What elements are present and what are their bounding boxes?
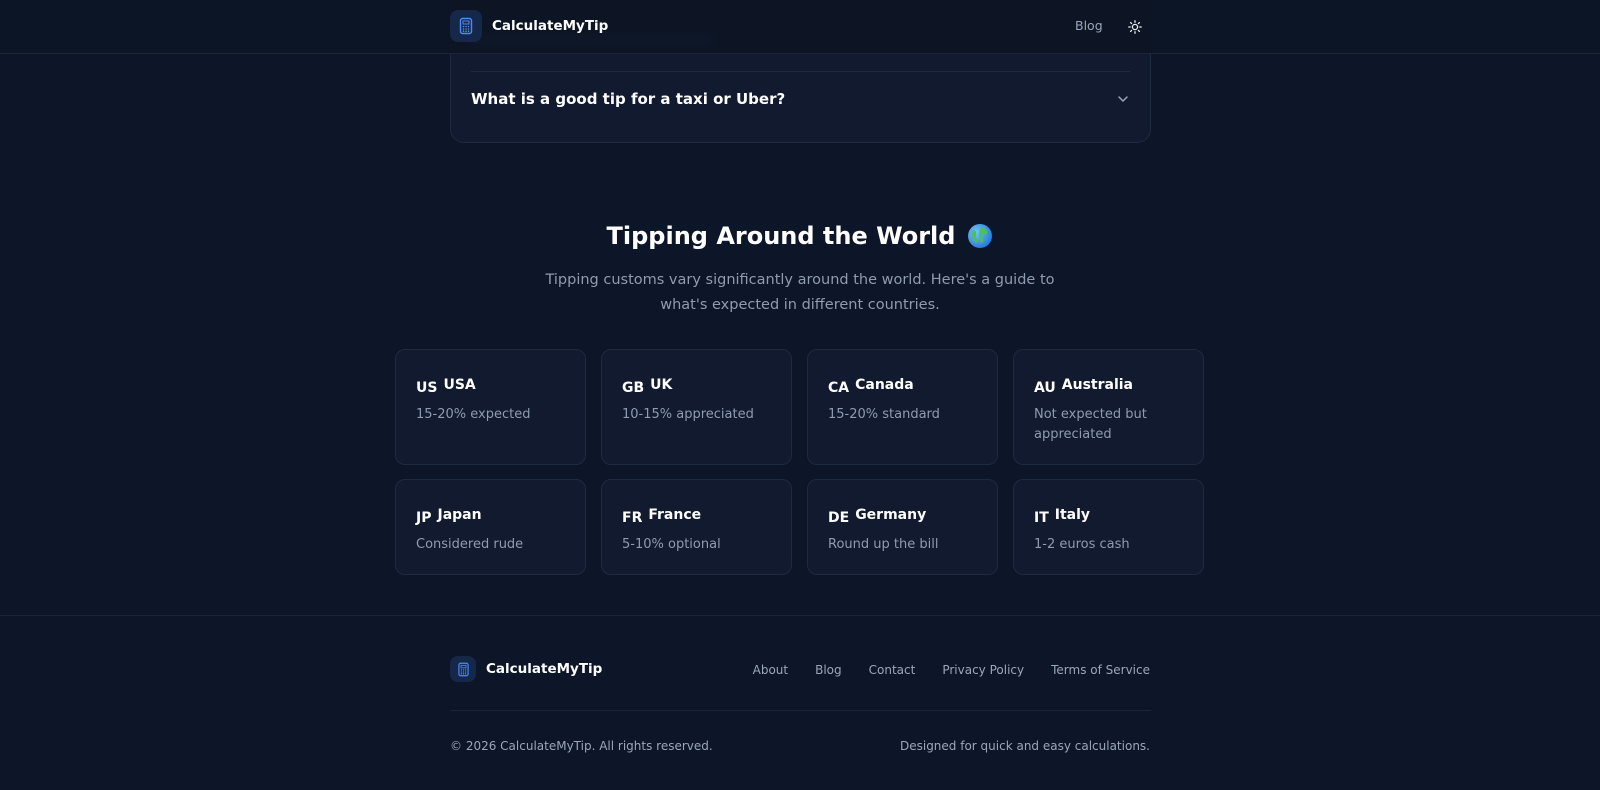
footer-top-border bbox=[0, 615, 1600, 616]
header-logo[interactable]: CalculateMyTip bbox=[450, 10, 608, 42]
country-name: UK bbox=[650, 377, 673, 393]
brand-name: CalculateMyTip bbox=[492, 18, 609, 34]
page: What is a good tip for a taxi or Uber? C… bbox=[0, 0, 1600, 790]
country-tip-note: 15-20% standard bbox=[828, 407, 940, 422]
flag-gb-icon: GB bbox=[622, 380, 645, 396]
country-card-uk[interactable]: GB UK 10-15% appreciated bbox=[601, 349, 792, 465]
flag-de-icon: DE bbox=[828, 510, 850, 526]
country-tip-note: 5-10% optional bbox=[622, 537, 721, 552]
country-grid: US USA 15-20% expected GB UK 10-15% apprec… bbox=[395, 349, 1206, 575]
footer-link-blog[interactable]: Blog bbox=[815, 663, 842, 677]
country-tip-note: Not expected but appreciated bbox=[1034, 407, 1147, 442]
calculator-icon bbox=[450, 656, 476, 682]
country-name: Canada bbox=[855, 377, 914, 393]
theme-toggle-button[interactable] bbox=[1124, 16, 1146, 38]
section-title-text: Tipping Around the World bbox=[606, 222, 956, 250]
calculator-icon bbox=[450, 10, 482, 42]
country-name: Japan bbox=[437, 507, 482, 523]
country-name: USA bbox=[443, 377, 476, 393]
sun-icon bbox=[1128, 20, 1142, 34]
footer-links: About Blog Contact Privacy Policy Terms … bbox=[753, 663, 1150, 677]
footer-link-terms-of-service[interactable]: Terms of Service bbox=[1051, 663, 1150, 677]
country-card-germany[interactable]: DE Germany Round up the bill bbox=[807, 479, 998, 575]
country-card-italy[interactable]: IT Italy 1-2 euros cash bbox=[1013, 479, 1204, 575]
footer-link-privacy-policy[interactable]: Privacy Policy bbox=[942, 663, 1024, 677]
footer-link-about[interactable]: About bbox=[753, 663, 788, 677]
country-name: Italy bbox=[1054, 507, 1091, 523]
faq-question: What is a good tip for a taxi or Uber? bbox=[471, 90, 786, 108]
country-card-australia[interactable]: AU Australia Not expected but appreciated bbox=[1013, 349, 1204, 465]
country-card-france[interactable]: FR France 5-10% optional bbox=[601, 479, 792, 575]
country-tip-note: 15-20% expected bbox=[416, 407, 531, 422]
flag-fr-icon: FR bbox=[622, 510, 643, 526]
country-tip-note: Considered rude bbox=[416, 537, 524, 552]
country-name: France bbox=[648, 507, 702, 523]
footer-tagline: Designed for quick and easy calculations… bbox=[899, 739, 1150, 753]
section-title: Tipping Around the World bbox=[0, 222, 1600, 250]
country-card-canada[interactable]: CA Canada 15-20% standard bbox=[807, 349, 998, 465]
country-tip-note: Round up the bill bbox=[828, 537, 939, 552]
nav-link-blog[interactable]: Blog bbox=[1075, 18, 1103, 33]
globe-icon bbox=[967, 223, 993, 249]
chevron-down-icon bbox=[1116, 92, 1130, 106]
footer-link-contact[interactable]: Contact bbox=[869, 663, 916, 677]
flag-au-icon: AU bbox=[1034, 380, 1056, 396]
footer-divider bbox=[450, 710, 1151, 711]
country-card-japan[interactable]: JP Japan Considered rude bbox=[395, 479, 586, 575]
faq-item-taxi[interactable]: What is a good tip for a taxi or Uber? bbox=[471, 71, 1130, 127]
footer-logo[interactable]: CalculateMyTip bbox=[450, 656, 602, 682]
section-subtitle: Tipping customs vary significantly aroun… bbox=[545, 272, 1055, 313]
copyright-text: © 2026 CalculateMyTip. All rights reserv… bbox=[450, 739, 713, 753]
country-card-usa[interactable]: US USA 15-20% expected bbox=[395, 349, 586, 465]
footer-brand-name: CalculateMyTip bbox=[486, 661, 603, 677]
flag-it-icon: IT bbox=[1034, 510, 1049, 526]
country-name: Germany bbox=[855, 507, 927, 523]
flag-ca-icon: CA bbox=[828, 380, 850, 396]
country-tip-note: 10-15% appreciated bbox=[622, 407, 754, 422]
flag-jp-icon: JP bbox=[416, 510, 432, 526]
country-name: Australia bbox=[1061, 377, 1134, 393]
flag-us-icon: US bbox=[416, 380, 438, 396]
country-tip-note: 1-2 euros cash bbox=[1034, 537, 1130, 552]
site-header: CalculateMyTip Blog bbox=[0, 0, 1600, 54]
